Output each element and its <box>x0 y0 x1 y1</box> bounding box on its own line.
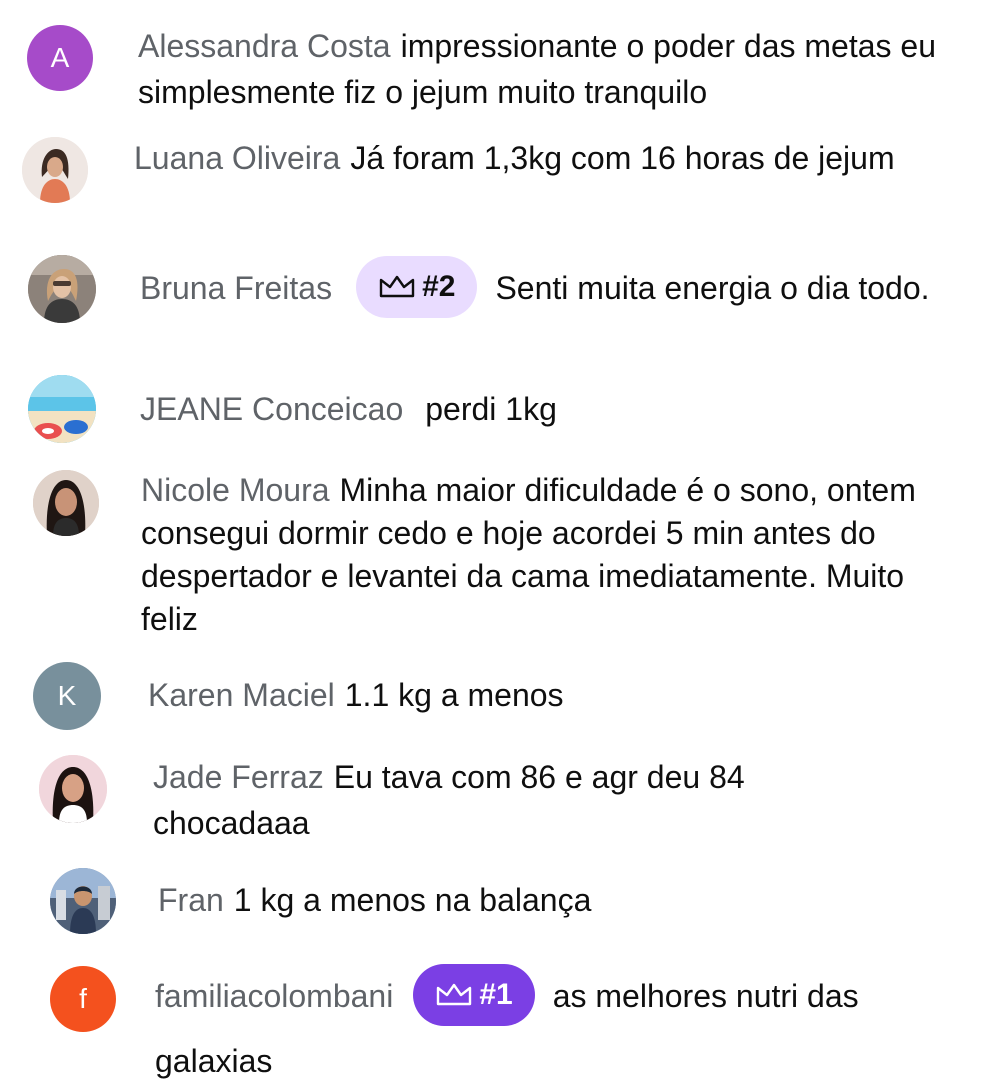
message-text: 1 kg a menos na balança <box>233 882 592 918</box>
message-text: Já foram 1,3kg com 16 horas de jejum <box>350 140 895 176</box>
author-name[interactable]: Alessandra Costa <box>138 28 391 64</box>
avatar-letter: K <box>57 680 77 711</box>
message-text: perdi 1kg <box>425 391 557 427</box>
author-name[interactable]: JEANE Conceicao <box>140 391 403 427</box>
message-body: Fran 1 kg a menos na balança <box>158 877 938 923</box>
message-body: familiacolombani #1 as melhores nutri das … <box>155 963 945 1092</box>
message-body: Karen Maciel 1.1 kg a menos <box>148 672 948 718</box>
rank-label: #2 <box>422 269 456 303</box>
avatar[interactable] <box>33 470 99 536</box>
avatar[interactable] <box>28 255 96 323</box>
author-name[interactable]: familiacolombani <box>155 978 393 1014</box>
avatar[interactable] <box>50 868 116 934</box>
avatar-letter: f <box>79 983 87 1014</box>
message-body: Alessandra Costa impressionante o poder d… <box>138 23 958 115</box>
avatar-photo <box>28 375 96 443</box>
avatar-letter: A <box>50 42 70 73</box>
message-body: Jade Ferraz Eu tava com 86 e agr deu 84 c… <box>153 754 853 846</box>
author-name[interactable]: Nicole Moura <box>141 472 330 508</box>
author-name[interactable]: Jade Ferraz <box>153 759 324 795</box>
rank-badge[interactable]: #2 <box>356 255 478 318</box>
avatar[interactable] <box>28 375 96 443</box>
avatar[interactable]: K <box>33 662 101 730</box>
avatar-photo <box>22 137 88 203</box>
message-body: JEANE Conceicao perdi 1kg <box>140 386 940 432</box>
crown-icon <box>435 982 473 1008</box>
avatar[interactable] <box>39 755 107 823</box>
author-name[interactable]: Bruna Freitas <box>140 270 332 306</box>
author-name[interactable]: Luana Oliveira <box>134 140 340 176</box>
message-body: Nicole Moura Minha maior dificuldade é o … <box>141 469 931 641</box>
avatar[interactable]: A <box>27 25 93 91</box>
rank-badge[interactable]: #1 <box>413 963 535 1026</box>
message-body: Luana Oliveira Já foram 1,3kg com 16 hora… <box>134 135 924 181</box>
avatar[interactable] <box>22 137 88 203</box>
avatar-photo <box>39 755 107 823</box>
avatar-photo <box>28 255 96 323</box>
avatar-photo <box>33 470 99 536</box>
author-name[interactable]: Karen Maciel <box>148 677 335 713</box>
message-text: Senti muita energia o dia todo. <box>495 270 930 306</box>
message-body: Bruna Freitas #2 Senti muita energia o dia… <box>140 255 940 322</box>
avatar-photo <box>50 868 116 934</box>
author-name[interactable]: Fran <box>158 882 224 918</box>
message-text: 1.1 kg a menos <box>344 677 564 713</box>
rank-label: #1 <box>479 977 513 1011</box>
crown-icon <box>378 274 416 300</box>
avatar[interactable]: f <box>50 966 116 1032</box>
